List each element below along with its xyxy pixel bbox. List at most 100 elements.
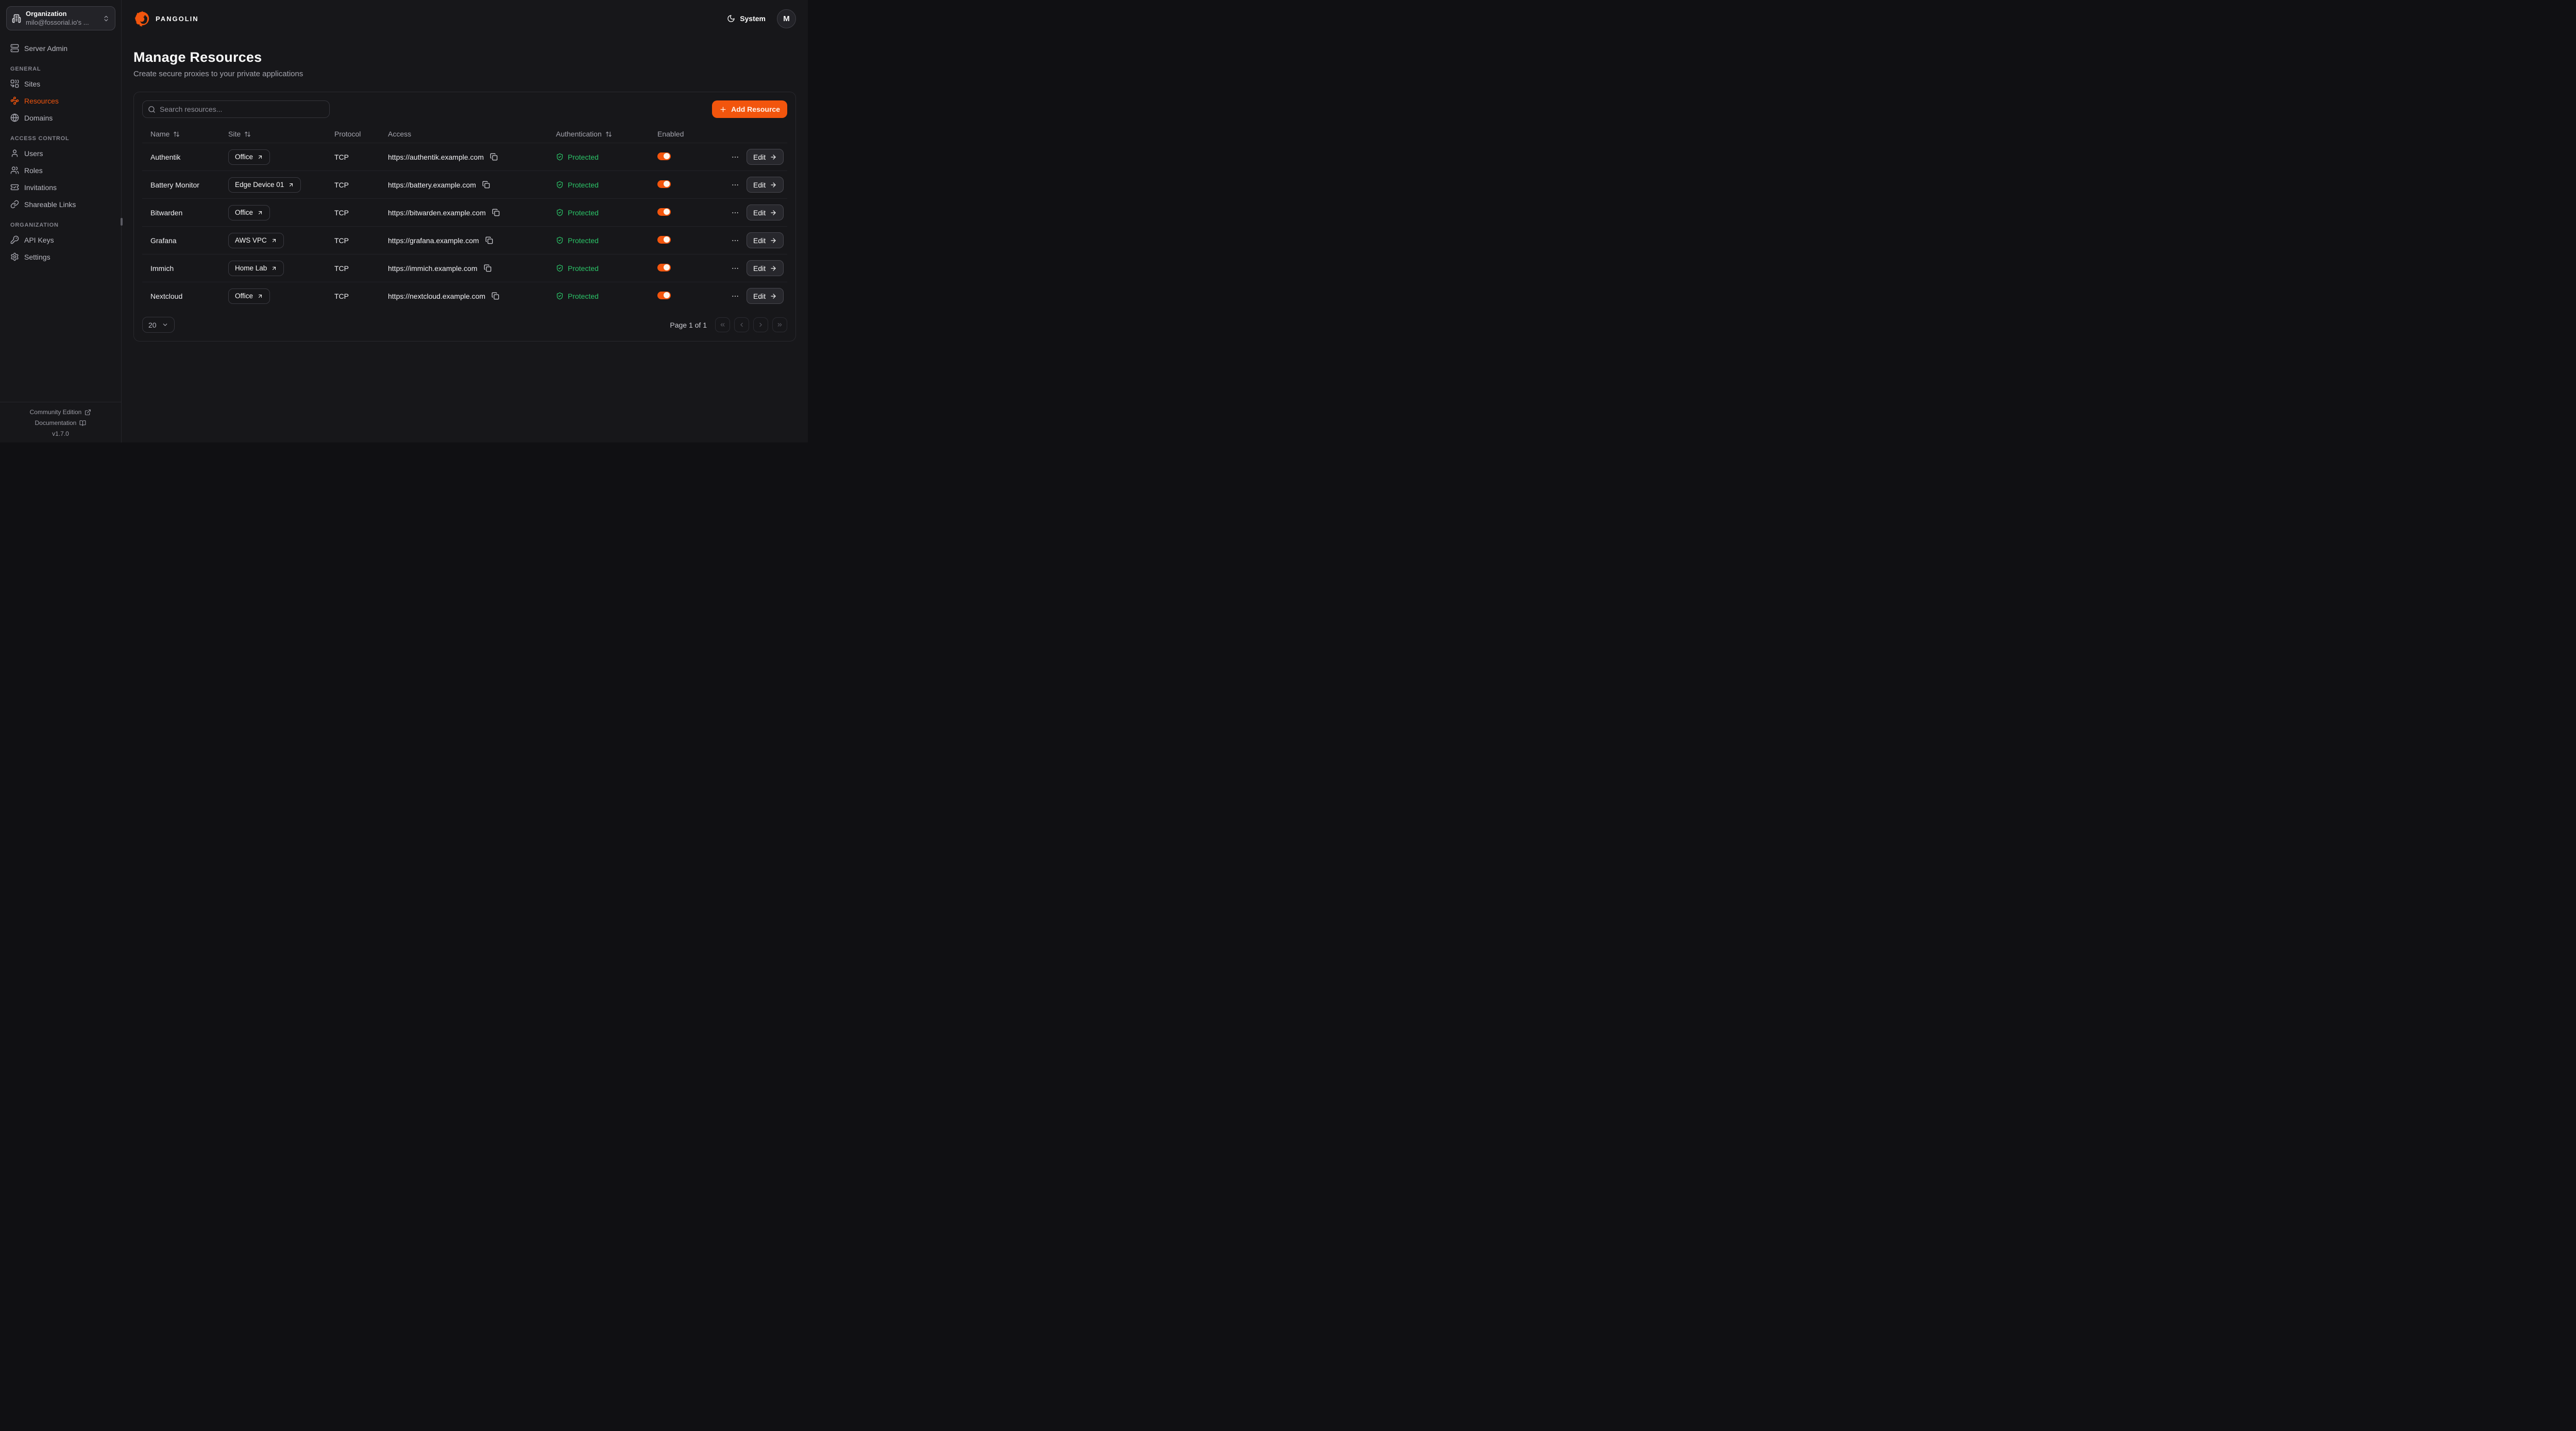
copy-url-button[interactable] xyxy=(489,152,499,162)
sidebar-item-label: Shareable Links xyxy=(24,200,76,209)
last-page-button[interactable] xyxy=(772,317,787,332)
table-row: Immich Home Lab TCP https://immich.examp… xyxy=(142,254,787,282)
edit-label: Edit xyxy=(753,153,766,161)
gear-icon xyxy=(10,252,19,261)
chevron-right-icon xyxy=(757,321,764,328)
edit-resource-button[interactable]: Edit xyxy=(747,232,784,248)
sidebar-item-users[interactable]: Users xyxy=(6,145,115,162)
site-link-button[interactable]: Office xyxy=(228,149,270,165)
arrow-right-icon xyxy=(770,237,777,244)
edit-resource-button[interactable]: Edit xyxy=(747,260,784,276)
enabled-toggle[interactable] xyxy=(657,208,671,216)
add-resource-label: Add Resource xyxy=(731,105,780,113)
sidebar-item-domains[interactable]: Domains xyxy=(6,109,115,126)
site-label: Edge Device 01 xyxy=(235,181,284,189)
brand-wordmark: PANGOLIN xyxy=(156,15,199,23)
copy-url-button[interactable] xyxy=(491,208,501,217)
edit-label: Edit xyxy=(753,236,766,245)
pangolin-logo[interactable]: PANGOLIN xyxy=(133,10,199,27)
previous-page-button[interactable] xyxy=(734,317,749,332)
arrow-right-icon xyxy=(770,181,777,189)
sidebar-resize-handle[interactable] xyxy=(121,218,123,226)
sidebar-item-label: Invitations xyxy=(24,183,57,192)
enabled-toggle[interactable] xyxy=(657,292,671,299)
arrow-right-icon xyxy=(770,154,777,161)
sidebar-item-shareable-links[interactable]: Shareable Links xyxy=(6,196,115,213)
column-header-site[interactable]: Site xyxy=(228,130,334,138)
sidebar-item-label: Users xyxy=(24,149,43,158)
sidebar-section-access-control: ACCESS CONTROL Users Roles Invitations S… xyxy=(6,135,115,213)
shield-check-icon xyxy=(556,236,564,244)
row-more-options-button[interactable] xyxy=(730,180,740,190)
first-page-button[interactable] xyxy=(715,317,730,332)
table-footer: 20 Page 1 of 1 xyxy=(142,317,787,333)
ellipsis-icon xyxy=(731,264,739,272)
enabled-toggle[interactable] xyxy=(657,264,671,271)
row-more-options-button[interactable] xyxy=(730,235,740,246)
sidebar-item-invitations[interactable]: Invitations xyxy=(6,179,115,196)
sidebar-item-api-keys[interactable]: API Keys xyxy=(6,231,115,248)
enabled-toggle[interactable] xyxy=(657,152,671,160)
sidebar-item-label: Settings xyxy=(24,253,50,261)
enabled-toggle[interactable] xyxy=(657,180,671,188)
copy-icon xyxy=(482,181,490,189)
next-page-button[interactable] xyxy=(753,317,768,332)
site-label: AWS VPC xyxy=(235,236,267,244)
enabled-toggle[interactable] xyxy=(657,236,671,244)
chevron-down-icon xyxy=(162,321,168,328)
row-more-options-button[interactable] xyxy=(730,263,740,274)
org-switcher-title: Organization xyxy=(26,10,66,18)
copy-url-button[interactable] xyxy=(484,235,494,245)
copy-url-button[interactable] xyxy=(481,180,491,190)
add-resource-button[interactable]: Add Resource xyxy=(712,100,787,118)
site-link-button[interactable]: Edge Device 01 xyxy=(228,177,301,193)
sidebar-item-sites[interactable]: Sites xyxy=(6,75,115,92)
resource-protocol: TCP xyxy=(334,181,388,189)
resource-url: https://authentik.example.com xyxy=(388,153,484,161)
app-root: Organization milo@fossorial.io's ... Ser… xyxy=(0,0,808,442)
shield-check-icon xyxy=(556,181,564,189)
chevrons-left-icon xyxy=(719,321,726,328)
ellipsis-icon xyxy=(731,209,739,217)
column-header-authentication[interactable]: Authentication xyxy=(556,130,657,138)
row-more-options-button[interactable] xyxy=(730,152,740,162)
shield-check-icon xyxy=(556,209,564,216)
edit-resource-button[interactable]: Edit xyxy=(747,288,784,304)
edit-resource-button[interactable]: Edit xyxy=(747,149,784,165)
site-link-button[interactable]: Office xyxy=(228,288,270,304)
ellipsis-icon xyxy=(731,153,739,161)
site-link-button[interactable]: AWS VPC xyxy=(228,233,284,248)
sidebar-item-server-admin[interactable]: Server Admin xyxy=(6,40,115,57)
theme-selector[interactable]: System xyxy=(727,14,766,23)
column-header-name[interactable]: Name xyxy=(150,130,228,138)
row-more-options-button[interactable] xyxy=(730,208,740,218)
community-edition-link[interactable]: Community Edition xyxy=(30,408,92,416)
resource-protocol: TCP xyxy=(334,236,388,245)
sidebar-item-roles[interactable]: Roles xyxy=(6,162,115,179)
edit-resource-button[interactable]: Edit xyxy=(747,177,784,193)
sidebar-item-settings[interactable]: Settings xyxy=(6,248,115,265)
org-switcher[interactable]: Organization milo@fossorial.io's ... xyxy=(6,6,115,30)
copy-url-button[interactable] xyxy=(483,263,493,273)
sidebar-section-organization: ORGANIZATION API Keys Settings xyxy=(6,222,115,265)
arrow-right-icon xyxy=(770,265,777,272)
copy-url-button[interactable] xyxy=(490,291,500,301)
site-link-button[interactable]: Office xyxy=(228,205,270,220)
page-info: Page 1 of 1 xyxy=(670,321,707,329)
site-link-button[interactable]: Home Lab xyxy=(228,261,284,276)
site-label: Home Lab xyxy=(235,264,267,272)
row-more-options-button[interactable] xyxy=(730,291,740,301)
page-size-select[interactable]: 20 xyxy=(142,317,175,333)
documentation-link[interactable]: Documentation xyxy=(35,419,87,427)
user-avatar[interactable]: M xyxy=(777,9,796,28)
sidebar-item-resources[interactable]: Resources xyxy=(6,92,115,109)
sort-icon xyxy=(244,131,251,138)
search-input[interactable] xyxy=(160,105,324,113)
sort-icon xyxy=(173,131,180,138)
sidebar: Organization milo@fossorial.io's ... Ser… xyxy=(0,0,122,442)
resource-name: Nextcloud xyxy=(150,292,228,300)
moon-icon xyxy=(727,14,735,23)
edit-resource-button[interactable]: Edit xyxy=(747,205,784,220)
sidebar-item-label: Server Admin xyxy=(24,44,67,53)
search-box xyxy=(142,100,330,118)
